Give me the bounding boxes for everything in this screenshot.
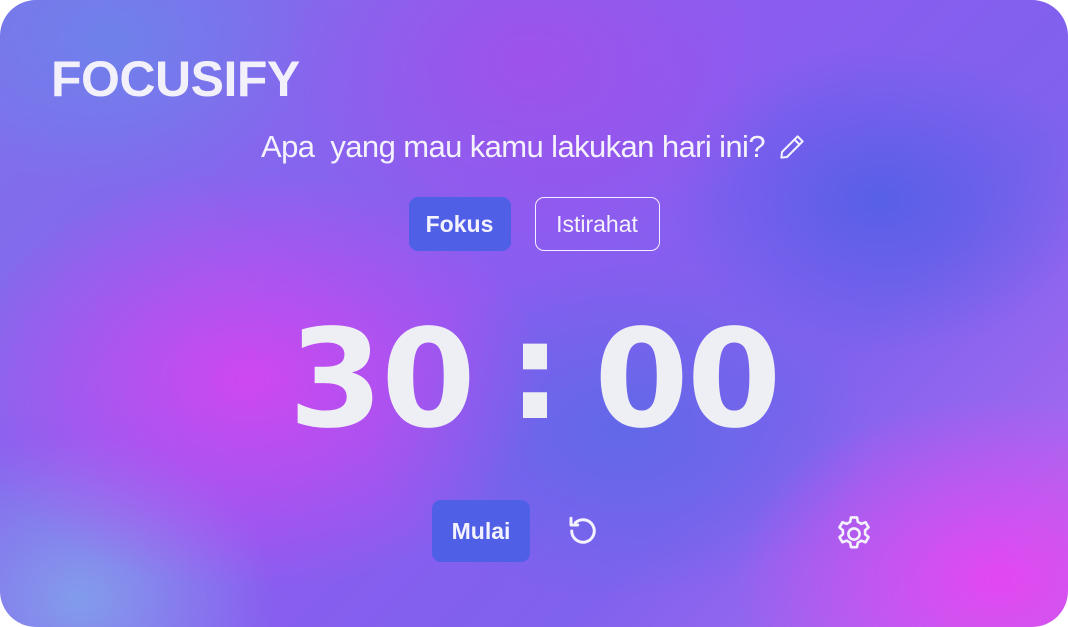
task-prompt-text[interactable]: Apa yang mau kamu lakukan hari ini?: [261, 129, 766, 165]
reset-icon: [565, 513, 601, 549]
gear-icon: [833, 513, 875, 555]
timer-separator: :: [507, 293, 562, 451]
start-button[interactable]: Mulai: [432, 500, 530, 562]
mode-fokus-button[interactable]: Fokus: [408, 197, 511, 251]
pencil-icon[interactable]: [777, 132, 807, 162]
timer-display: 30 : 00: [0, 293, 1068, 460]
reset-button[interactable]: [563, 511, 603, 551]
task-prompt-row: Apa yang mau kamu lakukan hari ini?: [0, 125, 1068, 169]
settings-button[interactable]: [832, 512, 876, 556]
focusify-window: FOCUSIFY Apa yang mau kamu lakukan hari …: [0, 0, 1068, 627]
mode-istirahat-button[interactable]: Istirahat: [534, 197, 660, 251]
app-logo-title: FOCUSIFY: [51, 51, 300, 107]
mode-switcher: Fokus Istirahat: [0, 197, 1068, 251]
timer-seconds: 00: [594, 301, 781, 459]
timer-minutes: 30: [288, 301, 476, 459]
timer-controls: Mulai: [0, 500, 1068, 562]
